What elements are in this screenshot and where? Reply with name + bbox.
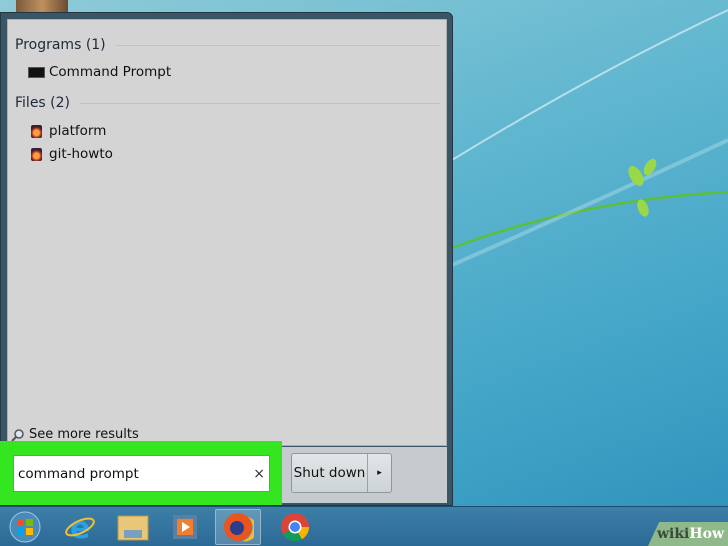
firefox-icon — [224, 513, 254, 542]
taskbar-internet-explorer[interactable]: e — [57, 509, 103, 545]
divider — [80, 102, 440, 104]
taskbar-chrome[interactable] — [272, 509, 318, 545]
result-git-howto[interactable]: git-howto — [28, 146, 113, 162]
wikihow-watermark: wiki How — [648, 522, 728, 546]
result-platform[interactable]: platform — [28, 123, 106, 139]
result-command-prompt[interactable]: Command Prompt — [28, 64, 171, 80]
firefox-document-icon — [31, 124, 42, 138]
result-label: git-howto — [49, 146, 113, 162]
watermark-part1: wiki — [656, 526, 690, 542]
cmd-icon — [28, 66, 45, 78]
group-title: Programs (1) — [15, 37, 106, 53]
start-menu: Programs (1) Command Prompt Files (2) pl… — [0, 12, 453, 506]
start-button[interactable] — [2, 509, 48, 545]
see-more-label: See more results — [29, 427, 139, 442]
watermark-part2: How — [689, 526, 724, 542]
shut-down-button[interactable]: Shut down ▸ — [291, 453, 392, 493]
chrome-icon — [281, 513, 310, 542]
folder-icon — [117, 515, 149, 541]
result-label: platform — [49, 123, 107, 139]
search-input[interactable]: command prompt × — [13, 455, 270, 492]
media-player-icon — [173, 515, 197, 539]
taskbar-media-player[interactable] — [162, 509, 208, 545]
windows-start-icon — [9, 511, 41, 543]
taskbar: e — [0, 506, 728, 546]
taskbar-firefox[interactable] — [215, 509, 261, 545]
search-value: command prompt — [18, 465, 139, 482]
taskbar-file-explorer[interactable] — [110, 509, 156, 545]
svg-text:e: e — [70, 511, 90, 543]
group-header-files: Files (2) — [15, 95, 440, 111]
group-title: Files (2) — [15, 95, 71, 111]
group-header-programs: Programs (1) — [15, 37, 440, 53]
result-label: Command Prompt — [49, 64, 172, 80]
shut-down-label[interactable]: Shut down — [292, 454, 368, 492]
search-icon — [11, 428, 24, 442]
divider — [115, 44, 440, 46]
shutdown-options-arrow-icon[interactable]: ▸ — [368, 454, 391, 492]
firefox-document-icon — [31, 147, 42, 161]
clear-search-icon[interactable]: × — [253, 466, 265, 482]
see-more-results-link[interactable]: See more results — [11, 427, 139, 442]
internet-explorer-icon: e — [65, 511, 95, 543]
search-results-panel: Programs (1) Command Prompt Files (2) pl… — [7, 19, 447, 446]
